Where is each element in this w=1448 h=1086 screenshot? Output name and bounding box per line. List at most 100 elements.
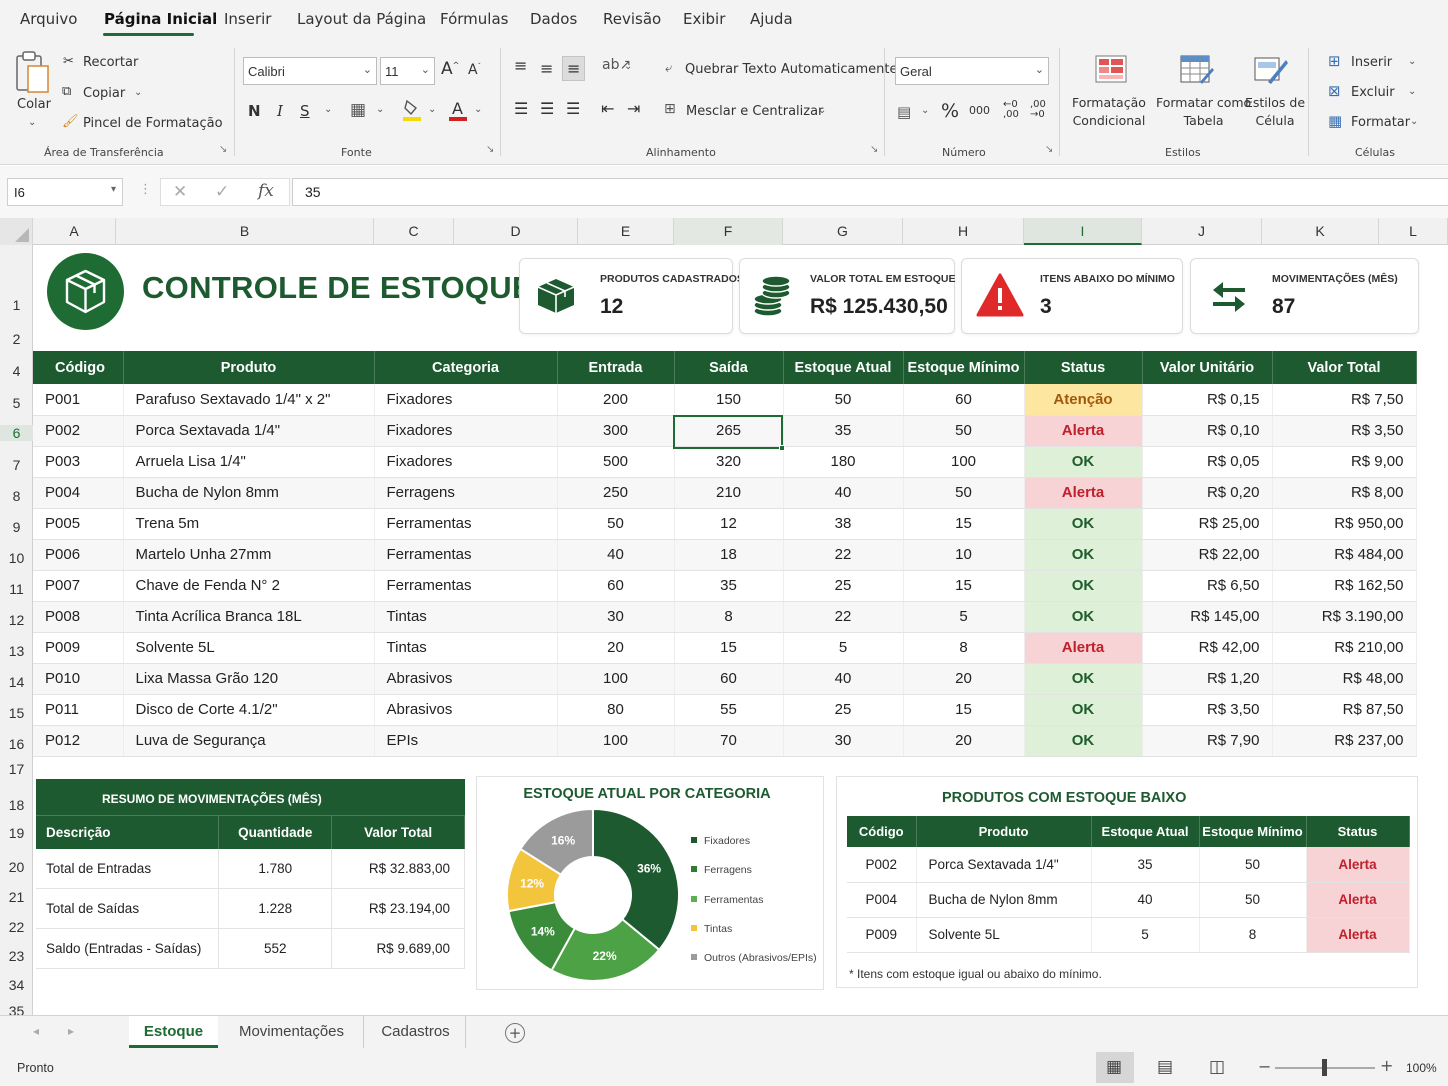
table-cell[interactable]: 8: [674, 601, 784, 633]
table-cell[interactable]: R$ 9,00: [1272, 446, 1417, 478]
summary-cell[interactable]: 1.780: [218, 848, 333, 889]
table-cell[interactable]: 5: [1091, 917, 1200, 953]
table-cell[interactable]: 180: [783, 446, 904, 478]
row-header[interactable]: 18: [0, 797, 33, 813]
table-cell[interactable]: Disco de Corte 4.1/2": [123, 694, 375, 726]
status-badge[interactable]: OK: [1024, 539, 1143, 571]
table-cell[interactable]: Chave de Fenda N° 2: [123, 570, 375, 602]
tab-arquivo[interactable]: Arquivo: [20, 10, 77, 28]
row-header[interactable]: 7: [0, 457, 33, 473]
cut-button[interactable]: Recortar: [83, 55, 138, 70]
format-painter-button[interactable]: Pincel de Formatação: [83, 116, 223, 131]
status-badge[interactable]: Alerta: [1306, 917, 1410, 953]
decrease-indent-icon[interactable]: ⇤: [601, 99, 614, 118]
summary-cell[interactable]: Total de Saídas: [36, 888, 220, 929]
row-header[interactable]: 5: [0, 395, 33, 411]
name-box[interactable]: I6 ▾: [7, 178, 123, 206]
row-header[interactable]: 10: [0, 550, 33, 566]
insert-cells-icon[interactable]: ⊞: [1328, 52, 1341, 70]
font-color-chevron-icon[interactable]: ⌄: [474, 104, 482, 115]
row-header-selected[interactable]: 6: [0, 425, 33, 441]
table-cell[interactable]: R$ 162,50: [1272, 570, 1417, 602]
page-layout-icon[interactable]: ▤: [1157, 1057, 1173, 1077]
table-cell[interactable]: R$ 950,00: [1272, 508, 1417, 540]
table-cell[interactable]: 50: [903, 477, 1025, 509]
tab-pagina-inicial[interactable]: Página Inicial: [104, 10, 217, 28]
col-header[interactable]: L: [1379, 218, 1448, 245]
table-cell[interactable]: 15: [903, 570, 1025, 602]
table-cell[interactable]: 8: [903, 632, 1025, 664]
table-cell[interactable]: R$ 1,20: [1142, 663, 1273, 695]
table-cell[interactable]: Ferramentas: [374, 539, 558, 571]
table-cell[interactable]: Arruela Lisa 1/4": [123, 446, 375, 478]
table-cell[interactable]: P001: [33, 384, 124, 416]
confirm-icon[interactable]: ✓: [215, 182, 229, 202]
status-badge[interactable]: OK: [1024, 601, 1143, 633]
status-badge[interactable]: OK: [1024, 570, 1143, 602]
wrap-text-button[interactable]: Quebrar Texto Automaticamente: [685, 62, 898, 77]
row-header[interactable]: 1: [0, 297, 33, 313]
row-header[interactable]: 2: [0, 331, 33, 347]
align-right-icon[interactable]: ☰: [566, 99, 580, 118]
table-cell[interactable]: R$ 3.190,00: [1272, 601, 1417, 633]
tab-inserir[interactable]: Inserir: [224, 10, 271, 28]
increase-decimal-icon[interactable]: ←0,00: [1003, 100, 1019, 120]
table-cell[interactable]: 35: [1091, 847, 1200, 883]
fill-chevron-icon[interactable]: ⌄: [428, 104, 436, 115]
formula-input[interactable]: 35: [292, 178, 1448, 206]
tab-layout-da-pagina[interactable]: Layout da Página: [297, 10, 426, 28]
table-cell[interactable]: 40: [783, 477, 904, 509]
table-cell[interactable]: R$ 7,50: [1272, 384, 1417, 416]
insert-chevron-icon[interactable]: ⌄: [1408, 56, 1416, 67]
col-header[interactable]: H: [903, 218, 1024, 245]
table-cell[interactable]: R$ 6,50: [1142, 570, 1273, 602]
table-cell[interactable]: R$ 0,05: [1142, 446, 1273, 478]
table-cell[interactable]: 15: [903, 508, 1025, 540]
table-cell[interactable]: R$ 484,00: [1272, 539, 1417, 571]
format-as-table-icon[interactable]: [1180, 54, 1214, 86]
table-cell[interactable]: R$ 145,00: [1142, 601, 1273, 633]
status-badge[interactable]: Atenção: [1024, 384, 1143, 416]
row-header[interactable]: 21: [0, 889, 33, 905]
status-badge[interactable]: OK: [1024, 725, 1143, 757]
table-cell[interactable]: 80: [557, 694, 675, 726]
conditional-formatting-button[interactable]: Formatação Condicional: [1072, 94, 1146, 130]
table-cell[interactable]: 50: [1199, 882, 1307, 918]
font-launcher-icon[interactable]: ↘: [486, 144, 494, 155]
page-break-icon[interactable]: ◫: [1209, 1057, 1225, 1077]
summary-cell[interactable]: 552: [218, 928, 333, 969]
zoom-level[interactable]: 100%: [1406, 1061, 1437, 1075]
table-cell[interactable]: Lixa Massa Grão 120: [123, 663, 375, 695]
percent-button[interactable]: %: [941, 100, 959, 122]
table-cell[interactable]: 50: [557, 508, 675, 540]
col-header[interactable]: C: [374, 218, 454, 245]
status-badge[interactable]: Alerta: [1024, 632, 1143, 664]
table-cell[interactable]: 50: [1199, 847, 1307, 883]
status-badge[interactable]: Alerta: [1306, 882, 1410, 918]
col-header[interactable]: A: [33, 218, 116, 245]
table-cell[interactable]: 100: [557, 663, 675, 695]
borders-icon[interactable]: ▦: [350, 100, 366, 120]
zoom-out-icon[interactable]: −: [1258, 1057, 1271, 1076]
merge-center-button[interactable]: Mesclar e Centralizar: [686, 104, 823, 119]
format-cells-icon[interactable]: ▦: [1328, 112, 1342, 130]
italic-button[interactable]: I: [277, 102, 283, 120]
table-cell[interactable]: 25: [783, 694, 904, 726]
table-cell[interactable]: Tinta Acrílica Branca 18L: [123, 601, 375, 633]
summary-cell[interactable]: Saldo (Entradas - Saídas): [36, 928, 220, 969]
summary-cell[interactable]: R$ 9.689,00: [331, 928, 465, 969]
table-cell[interactable]: 18: [674, 539, 784, 571]
wrap-text-icon[interactable]: ⤶: [665, 61, 672, 76]
underline-chevron-icon[interactable]: ⌄: [324, 104, 332, 115]
table-cell[interactable]: 50: [903, 415, 1025, 447]
table-cell[interactable]: Martelo Unha 27mm: [123, 539, 375, 571]
table-cell[interactable]: 22: [783, 601, 904, 633]
table-cell[interactable]: P004: [847, 882, 917, 918]
table-cell[interactable]: EPIs: [374, 725, 558, 757]
currency-chevron-icon[interactable]: ⌄: [921, 105, 929, 116]
copy-chevron-icon[interactable]: ⌄: [134, 87, 142, 98]
table-cell[interactable]: R$ 3,50: [1142, 694, 1273, 726]
bold-button[interactable]: N: [248, 102, 261, 120]
row-header[interactable]: 19: [0, 825, 33, 841]
table-cell[interactable]: 60: [674, 663, 784, 695]
